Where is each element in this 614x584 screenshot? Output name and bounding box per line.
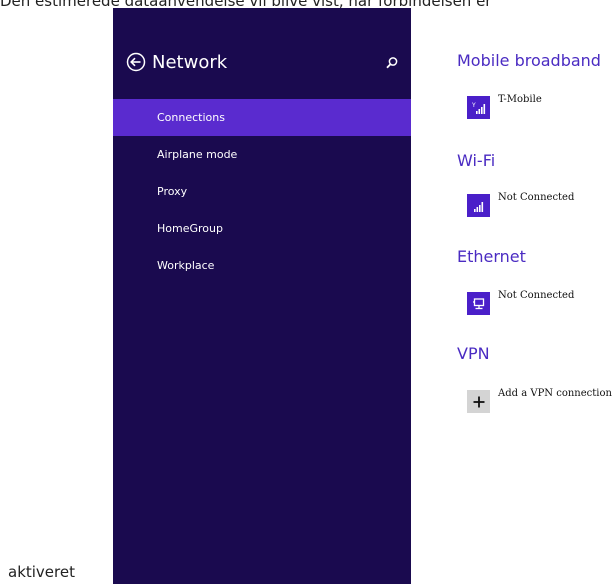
mobile-signal-icon: Y <box>467 96 490 119</box>
connection-label-t-mobile: T-Mobile <box>498 94 542 105</box>
nav-item-homegroup[interactable]: HomeGroup <box>113 210 411 247</box>
search-icon[interactable] <box>385 55 399 69</box>
back-button[interactable]: Network <box>126 50 227 74</box>
wifi-signal-icon <box>467 194 490 217</box>
section-title-mobile-broadband: Mobile broadband <box>457 51 601 70</box>
network-settings-pane: Network Connections Airplane mode Proxy … <box>113 8 411 584</box>
section-title-vpn: VPN <box>457 344 490 363</box>
nav-item-airplane-mode[interactable]: Airplane mode <box>113 136 411 173</box>
connection-label-wifi: Not Connected <box>498 192 575 203</box>
connection-tile-t-mobile[interactable]: Y T-Mobile <box>467 94 542 119</box>
document-text-bottom: aktiveret <box>8 563 75 581</box>
section-title-wifi: Wi-Fi <box>457 151 496 170</box>
page: Den estimerede dataanvendelse vil blive … <box>0 0 614 584</box>
pane-title: Network <box>152 51 228 73</box>
connection-label-ethernet: Not Connected <box>498 290 575 301</box>
connections-content: Mobile broadband Y T-Mobile Wi-Fi Not Co… <box>457 0 614 584</box>
nav-item-workplace[interactable]: Workplace <box>113 247 411 284</box>
nav-item-connections[interactable]: Connections <box>113 99 411 136</box>
back-arrow-circle-icon <box>126 52 146 72</box>
ethernet-icon <box>467 292 490 315</box>
plus-icon <box>467 390 490 413</box>
nav-list: Connections Airplane mode Proxy HomeGrou… <box>113 99 411 284</box>
section-title-ethernet: Ethernet <box>457 247 526 266</box>
add-vpn-connection-button[interactable]: Add a VPN connection <box>467 388 612 413</box>
nav-item-proxy[interactable]: Proxy <box>113 173 411 210</box>
add-vpn-connection-label: Add a VPN connection <box>498 388 612 399</box>
connection-tile-wifi[interactable]: Not Connected <box>467 192 574 217</box>
connection-tile-ethernet[interactable]: Not Connected <box>467 290 574 315</box>
svg-text:Y: Y <box>471 102 476 109</box>
